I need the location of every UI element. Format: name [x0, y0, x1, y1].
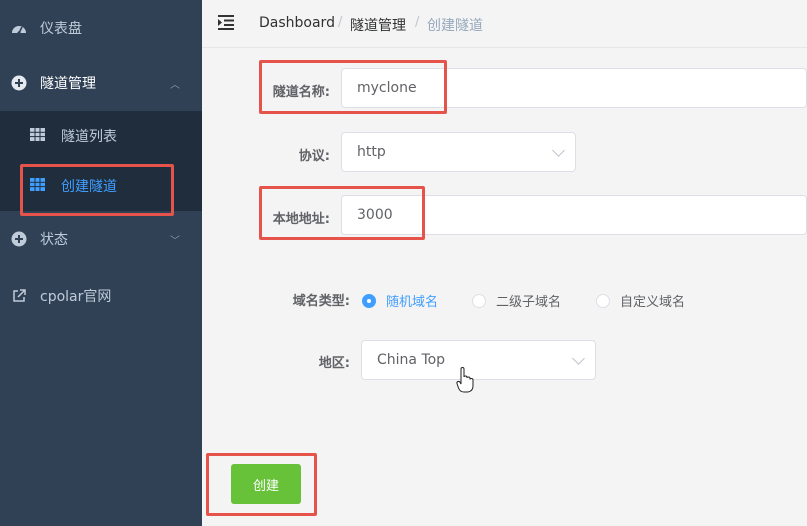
domain-type-label: 域名类型:: [292, 294, 350, 309]
chevron-down-icon: [552, 144, 565, 157]
protocol-select[interactable]: http: [341, 132, 576, 172]
sidebar: 仪表盘 隧道管理 ︿ 隧道列表 创建隧道 状态 ﹀ cpolar官网: [0, 0, 202, 526]
region-select[interactable]: China Top: [361, 340, 596, 380]
sidebar-item-label: cpolar官网: [40, 289, 112, 305]
tunnel-name-value: myclone: [357, 80, 417, 96]
breadcrumb-item-dashboard[interactable]: Dashboard: [259, 15, 335, 31]
local-address-label: 本地地址:: [272, 212, 330, 227]
protocol-value: http: [357, 144, 386, 160]
radio-subdomain[interactable]: 二级子域名: [472, 291, 561, 310]
radio-dot: [596, 293, 610, 308]
radio-custom-domain[interactable]: 自定义域名: [596, 291, 685, 310]
chevron-down-icon: [572, 352, 585, 365]
hand-cursor-icon: [456, 366, 474, 397]
sidebar-item-dashboard[interactable]: 仪表盘: [0, 0, 202, 56]
dashboard-icon: [10, 19, 28, 37]
breadcrumb-separator: /: [338, 15, 343, 30]
region-value: China Top: [377, 352, 446, 368]
hamburger-icon[interactable]: [218, 14, 236, 32]
sidebar-item-status[interactable]: 状态 ﹀: [0, 211, 202, 267]
local-address-input[interactable]: 3000: [341, 195, 807, 235]
local-address-value: 3000: [357, 207, 393, 223]
create-button[interactable]: 创建: [231, 464, 301, 504]
region-label: 地区:: [318, 356, 350, 371]
chevron-down-icon: ﹀: [170, 235, 180, 247]
sidebar-item-label: 仪表盘: [40, 21, 82, 37]
grid-icon: [30, 127, 45, 145]
sidebar-item-label: 隧道管理: [40, 76, 96, 92]
sidebar-item-create-tunnel[interactable]: 创建隧道: [0, 161, 202, 211]
plus-circle-icon: [10, 74, 28, 92]
radio-random-domain[interactable]: 随机域名: [362, 291, 438, 310]
external-link-icon: [10, 287, 28, 305]
radio-dot: [362, 293, 376, 308]
sidebar-item-label: 状态: [40, 232, 68, 248]
sidebar-item-label: 创建隧道: [61, 179, 117, 195]
tunnel-name-input[interactable]: myclone: [341, 68, 807, 108]
sidebar-item-tunnel-list[interactable]: 隧道列表: [0, 111, 202, 161]
protocol-label: 协议:: [298, 149, 330, 164]
plus-circle-icon: [10, 230, 28, 248]
breadcrumb-separator: /: [415, 15, 420, 30]
tunnel-name-label: 隧道名称:: [272, 85, 330, 100]
radio-label: 二级子域名: [496, 295, 562, 310]
breadcrumb-item-create-tunnel: 创建隧道: [427, 18, 483, 34]
chevron-up-icon: ︿: [170, 79, 180, 91]
sidebar-item-cpolar-website[interactable]: cpolar官网: [0, 268, 202, 324]
radio-dot: [472, 293, 486, 308]
radio-label: 随机域名: [386, 295, 439, 310]
breadcrumb-item-tunnel-management[interactable]: 隧道管理: [350, 15, 406, 35]
radio-label: 自定义域名: [620, 295, 686, 310]
grid-icon: [30, 177, 45, 195]
sidebar-item-label: 隧道列表: [61, 129, 117, 145]
sidebar-item-tunnel-management[interactable]: 隧道管理 ︿: [0, 55, 202, 111]
navbar: Dashboard / 隧道管理 / 创建隧道: [202, 0, 807, 48]
